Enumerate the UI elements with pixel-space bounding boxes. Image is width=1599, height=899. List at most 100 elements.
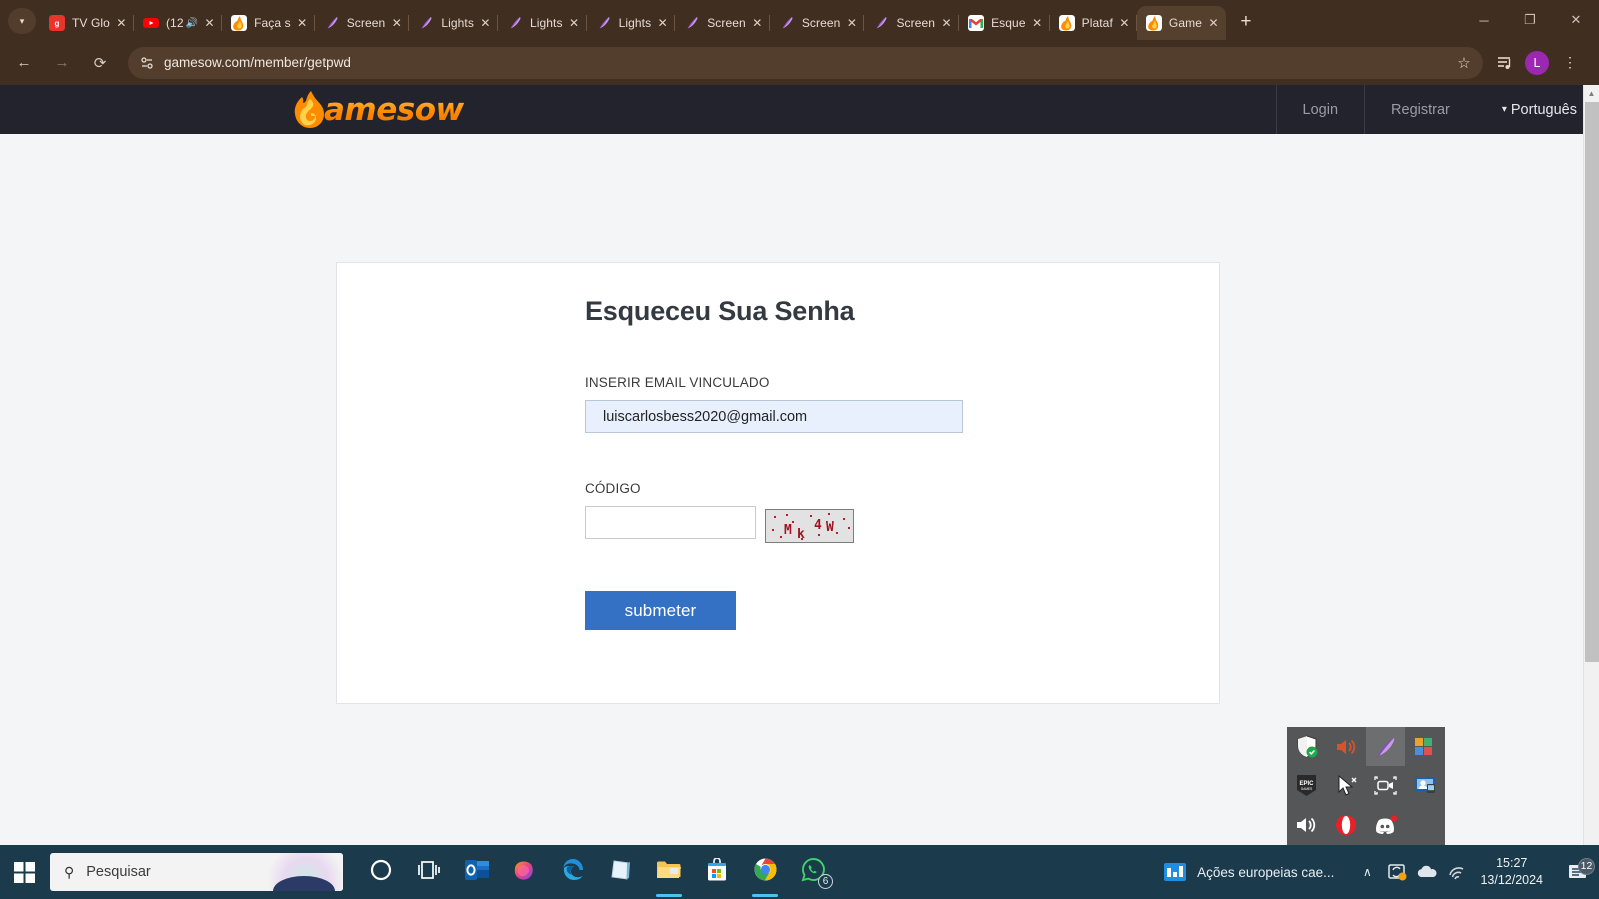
browser-tab[interactable]: g TV Glo ✕ [40,6,134,40]
discord-icon[interactable] [1366,806,1405,845]
tab-audio-icon[interactable]: 🔊 [186,18,198,29]
lightshot-icon [684,15,700,31]
browser-tab[interactable]: Screen ✕ [770,6,865,40]
tab-strip: ▾ g TV Glo ✕ (12 🔊 ✕ Faça s ✕ Screen ✕ Lights ✕ Ligh… [0,0,1599,40]
browser-tab[interactable]: Screen ✕ [675,6,770,40]
remote-desktop-icon[interactable] [1406,766,1445,805]
gamesow-logo[interactable]: amesow [291,90,464,130]
chrome-menu-icon[interactable]: ⋮ [1555,48,1585,78]
back-icon[interactable]: ← [8,47,40,79]
window-controls: ─ ❐ ✕ [1461,0,1599,40]
task-view-taskbar-button[interactable] [405,845,453,899]
profile-avatar[interactable]: L [1525,50,1549,75]
volume-icon[interactable] [1287,806,1326,845]
tab-close-icon[interactable]: ✕ [201,15,218,32]
forward-icon[interactable]: → [46,47,78,79]
tab-search-icon[interactable]: ▾ [8,8,36,34]
code-field-label: CÓDIGO [585,481,641,496]
copilot-taskbar-button[interactable] [501,845,549,899]
logo-text: amesow [324,91,464,128]
tab-close-icon[interactable]: ✕ [1029,15,1046,32]
tab-close-icon[interactable]: ✕ [113,15,130,32]
browser-tab[interactable]: Lights ✕ [409,6,498,40]
taskbar-app-list: 6 [357,845,837,899]
address-bar[interactable]: gamesow.com/member/getpwd ☆ [128,46,1483,79]
taskbar-clock[interactable]: 15:27 13/12/2024 [1480,855,1543,889]
screen-record-icon[interactable] [1366,766,1405,805]
notification-center-button[interactable]: 12 [1555,857,1599,881]
opera-icon[interactable] [1327,806,1366,845]
lightshot-feather-icon[interactable] [1366,727,1406,767]
minimize-button[interactable]: ─ [1461,0,1507,40]
gamesow-icon [231,15,248,31]
page-scrollbar[interactable]: ▲ [1583,85,1599,845]
new-tab-button[interactable]: + [1232,8,1260,36]
microsoft-store-taskbar-button[interactable] [693,845,741,899]
volume-mute-icon[interactable] [1327,727,1366,766]
edge-taskbar-button[interactable] [549,845,597,899]
notification-badge: 12 [1578,857,1595,875]
outlook-taskbar-button[interactable] [453,845,501,899]
tab-close-icon[interactable]: ✕ [566,15,583,32]
email-input[interactable] [585,400,963,433]
reading-list-icon[interactable] [1489,48,1519,78]
tab-close-icon[interactable]: ✕ [749,15,766,32]
browser-tab[interactable]: Faça s ✕ [222,6,315,40]
tab-title: Plataf [1081,16,1113,30]
tab-close-icon[interactable]: ✕ [477,15,494,32]
news-widget[interactable]: Ações europeias cae... [1164,861,1334,883]
code-row: M k 4 W [585,506,963,543]
security-shield-icon[interactable] [1287,727,1326,766]
tab-close-icon[interactable]: ✕ [843,15,860,32]
browser-tab[interactable]: (12 🔊 ✕ [134,6,223,40]
cursor-arrow-icon[interactable] [1327,766,1366,805]
bookmark-star-icon[interactable]: ☆ [1451,54,1477,72]
lightshot-icon [418,15,434,31]
captcha-code-input[interactable] [585,506,756,539]
wifi-icon[interactable] [1442,864,1472,880]
reload-icon[interactable]: ⟳ [84,47,116,79]
copilot-circle-taskbar-button[interactable] [357,845,405,899]
browser-tab[interactable]: Esque ✕ [959,6,1050,40]
nvidia-colors-icon[interactable] [1406,727,1445,766]
browser-tab[interactable]: Screen ✕ [864,6,960,40]
tab-close-icon[interactable]: ✕ [938,15,955,32]
scrollbar-thumb[interactable] [1585,102,1599,662]
site-settings-icon[interactable] [134,50,160,76]
tab-close-icon[interactable]: ✕ [1205,15,1222,32]
tab-close-icon[interactable]: ✕ [388,15,405,32]
submit-button[interactable]: submeter [585,591,736,630]
captcha-char-1: M [784,523,792,538]
tab-title: Screen [896,16,936,30]
whatsapp-taskbar-button[interactable]: 6 [789,845,837,899]
tray-expand-chevron-icon[interactable]: ∧ [1352,865,1382,879]
onedrive-sync-icon[interactable] [1382,862,1412,882]
close-window-button[interactable]: ✕ [1553,0,1599,40]
browser-tab[interactable]: Game ✕ [1136,6,1226,40]
url-text: gamesow.com/member/getpwd [164,55,351,70]
tab-close-icon[interactable]: ✕ [654,15,671,32]
browser-tab[interactable]: Lights ✕ [498,6,587,40]
nav-login-link[interactable]: Login [1275,85,1364,134]
onenote-icon [609,858,633,887]
language-selector[interactable]: ▾ Português [1476,85,1599,134]
scroll-up-arrow-icon[interactable]: ▲ [1584,85,1599,102]
onenote-taskbar-button[interactable] [597,845,645,899]
maximize-button[interactable]: ❐ [1507,0,1553,40]
tab-title: TV Glo [72,16,110,30]
file-explorer-taskbar-button[interactable] [645,845,693,899]
site-header: amesow Login Registrar ▾ Português [0,85,1599,134]
browser-tab[interactable]: Lights ✕ [587,6,676,40]
tab-close-icon[interactable]: ✕ [1116,15,1133,32]
taskbar-search[interactable]: ⚲ Pesquisar [50,853,343,891]
chrome-taskbar-button[interactable] [741,845,789,899]
epic-games-icon[interactable]: EPIC GAMES [1287,766,1326,805]
browser-tab[interactable]: Plataf ✕ [1050,6,1137,40]
tab-close-icon[interactable]: ✕ [294,15,311,32]
onedrive-cloud-icon[interactable] [1412,864,1442,880]
captcha-image[interactable]: M k 4 W [765,509,854,543]
nav-register-link[interactable]: Registrar [1364,85,1476,134]
browser-tab[interactable]: Screen ✕ [315,6,410,40]
start-button[interactable] [0,845,48,899]
lightshot-icon [324,15,340,31]
